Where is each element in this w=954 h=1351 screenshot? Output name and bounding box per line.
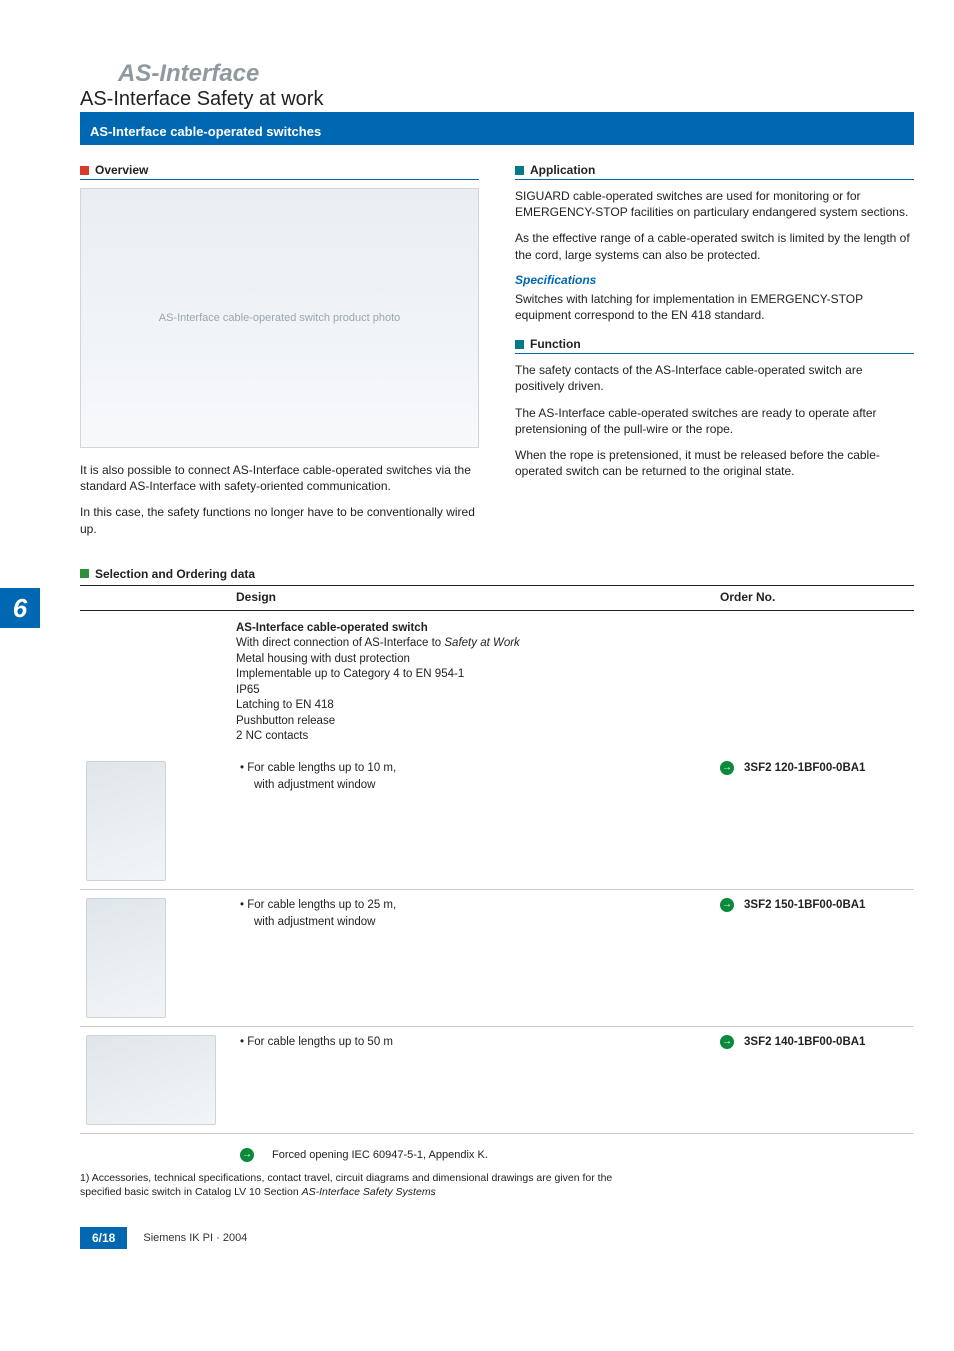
square-icon xyxy=(80,166,89,175)
product-thumbnail xyxy=(86,1035,216,1125)
overview-p1: It is also possible to connect AS-Interf… xyxy=(80,462,479,494)
design-intro-line: With direct connection of AS-Interface t… xyxy=(236,636,708,652)
overview-image: AS-Interface cable-operated switch produ… xyxy=(80,188,479,448)
row-sub: with adjustment window xyxy=(236,915,708,931)
chapter-tab: 6 xyxy=(0,588,40,628)
design-intro-line: Pushbutton release xyxy=(236,714,708,730)
square-icon xyxy=(515,340,524,349)
page-number-badge: 6/18 xyxy=(80,1227,127,1249)
function-heading: Function xyxy=(515,337,914,354)
left-column: Overview AS-Interface cable-operated swi… xyxy=(80,163,479,547)
design-intro-line: 2 NC contacts xyxy=(236,729,708,745)
order-no: →3SF2 150-1BF00-0BA1 xyxy=(714,889,914,1026)
th-order: Order No. xyxy=(714,585,914,610)
order-no: →3SF2 140-1BF00-0BA1 xyxy=(714,1026,914,1133)
title-block: AS-Interface AS-Interface Safety at work xyxy=(80,60,914,111)
legend-text: Forced opening IEC 60947-5-1, Appendix K… xyxy=(272,1149,488,1161)
order-no: →3SF2 120-1BF00-0BA1 xyxy=(714,753,914,890)
design-intro-line: IP65 xyxy=(236,683,708,699)
right-column: Application SIGUARD cable-operated switc… xyxy=(515,163,914,547)
application-heading-text: Application xyxy=(530,163,595,177)
row-bullet: For cable lengths up to 10 m, xyxy=(236,761,708,777)
product-thumbnail xyxy=(86,761,166,881)
section-header-bar: AS-Interface cable-operated switches xyxy=(80,115,914,145)
application-p3: Switches with latching for implementatio… xyxy=(515,291,914,323)
table-row: For cable lengths up to 25 m, with adjus… xyxy=(80,889,914,1026)
ordering-section: Selection and Ordering data Design Order… xyxy=(80,567,914,1199)
row-sub: with adjustment window xyxy=(236,778,708,794)
title-main: AS-Interface xyxy=(118,60,914,88)
overview-heading: Overview xyxy=(80,163,479,180)
table-row: For cable lengths up to 50 m →3SF2 140-1… xyxy=(80,1026,914,1133)
overview-p2: In this case, the safety functions no lo… xyxy=(80,504,479,536)
th-design: Design xyxy=(230,585,714,610)
application-heading: Application xyxy=(515,163,914,180)
th-blank xyxy=(80,585,230,610)
table-row: For cable lengths up to 10 m, with adjus… xyxy=(80,753,914,890)
title-sub: AS-Interface Safety at work xyxy=(80,88,914,111)
forced-opening-icon: → xyxy=(720,761,734,775)
page-footer: 6/18 Siemens IK PI · 2004 xyxy=(80,1227,914,1249)
overview-heading-text: Overview xyxy=(95,163,148,177)
specifications-heading: Specifications xyxy=(515,273,914,287)
footnote: 1) Accessories, technical specifications… xyxy=(80,1172,640,1199)
forced-opening-icon: → xyxy=(720,1035,734,1049)
design-intro-line: Implementable up to Category 4 to EN 954… xyxy=(236,667,708,683)
product-thumbnail xyxy=(86,898,166,1018)
function-p3: When the rope is pretensioned, it must b… xyxy=(515,447,914,479)
application-p1: SIGUARD cable-operated switches are used… xyxy=(515,188,914,220)
footer-text: Siemens IK PI · 2004 xyxy=(143,1232,247,1244)
design-intro-line: Latching to EN 418 xyxy=(236,698,708,714)
function-p1: The safety contacts of the AS-Interface … xyxy=(515,362,914,394)
function-p2: The AS-Interface cable-operated switches… xyxy=(515,405,914,437)
square-icon xyxy=(515,166,524,175)
forced-opening-icon: → xyxy=(720,898,734,912)
row-bullet: For cable lengths up to 50 m xyxy=(236,1035,708,1051)
ordering-table: Design Order No. AS-Interface cable-oper… xyxy=(80,585,914,1134)
design-intro-line: Metal housing with dust protection xyxy=(236,652,708,668)
application-p2: As the effective range of a cable-operat… xyxy=(515,230,914,262)
forced-opening-icon: → xyxy=(240,1148,254,1162)
ordering-heading-text: Selection and Ordering data xyxy=(95,567,255,581)
design-intro-title: AS-Interface cable-operated switch xyxy=(236,621,708,637)
function-heading-text: Function xyxy=(530,337,581,351)
design-intro: AS-Interface cable-operated switch With … xyxy=(230,610,714,753)
legend: → Forced opening IEC 60947-5-1, Appendix… xyxy=(80,1148,914,1162)
row-bullet: For cable lengths up to 25 m, xyxy=(236,898,708,914)
square-icon xyxy=(80,569,89,578)
ordering-heading: Selection and Ordering data xyxy=(80,567,914,583)
